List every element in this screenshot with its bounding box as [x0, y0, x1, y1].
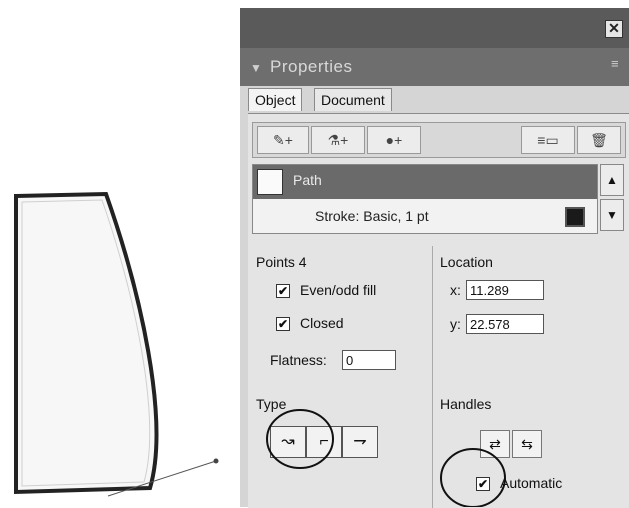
- y-label: y:: [450, 316, 461, 332]
- connector-point-icon[interactable]: ⇁: [342, 426, 378, 458]
- type-label: Type: [256, 396, 287, 412]
- evenodd-checkbox[interactable]: ✔: [276, 284, 290, 298]
- layers-icon[interactable]: ≡▭: [521, 126, 575, 154]
- stroke-swatch[interactable]: [565, 207, 585, 227]
- pen-icon[interactable]: ✎+: [257, 126, 309, 154]
- fill-bucket-icon[interactable]: ⚗+: [311, 126, 365, 154]
- panel-menu-icon[interactable]: ≡: [611, 56, 621, 71]
- attributes-list: Path Stroke: Basic, 1 pt: [252, 164, 598, 234]
- retract-handles-icon[interactable]: ⇆: [512, 430, 542, 458]
- x-field[interactable]: 11.289: [466, 280, 544, 300]
- handles-label: Handles: [440, 396, 492, 412]
- extend-handles-icon[interactable]: ⇄: [480, 430, 510, 458]
- tab-document[interactable]: Document: [314, 88, 392, 111]
- properties-panel: ✕ ▼ Properties ≡ Object Document ✎+ ⚗+ ●…: [240, 8, 629, 508]
- list-item[interactable]: Stroke: Basic, 1 pt: [253, 199, 597, 233]
- x-label: x:: [450, 282, 461, 298]
- flatness-field[interactable]: 0: [342, 350, 396, 370]
- panel-header: ▼ Properties ≡: [240, 48, 629, 86]
- evenodd-label: Even/odd fill: [300, 282, 377, 298]
- panel-title: Properties: [270, 57, 353, 76]
- object-tab-content: ✎+ ⚗+ ●+ ≡▭ 🗑 Path Stroke: Basic, 1 pt ▲…: [248, 113, 629, 508]
- location-label: Location: [440, 254, 493, 270]
- bezier-handle-point[interactable]: [213, 458, 219, 464]
- tab-object[interactable]: Object: [248, 88, 303, 111]
- collapse-arrow-icon[interactable]: ▼: [250, 61, 262, 75]
- scroll-up-button[interactable]: ▲: [600, 164, 624, 196]
- closed-label: Closed: [300, 315, 344, 331]
- curve-point-icon[interactable]: ↝: [270, 426, 306, 458]
- trash-icon[interactable]: 🗑: [577, 126, 621, 154]
- object-toolbar: ✎+ ⚗+ ●+ ≡▭ 🗑: [252, 122, 626, 158]
- closed-checkbox[interactable]: ✔: [276, 317, 290, 331]
- automatic-label: Automatic: [500, 475, 563, 491]
- points-count: Points 4: [256, 254, 307, 270]
- automatic-checkbox[interactable]: ✔: [476, 477, 490, 491]
- effects-icon[interactable]: ●+: [367, 126, 421, 154]
- y-field[interactable]: 22.578: [466, 314, 544, 334]
- closed-path-shape[interactable]: [14, 191, 159, 495]
- panel-titlebar: ✕: [240, 8, 629, 48]
- object-name: Path: [293, 172, 322, 188]
- corner-point-icon[interactable]: ⌐: [306, 426, 342, 458]
- fill-swatch[interactable]: [257, 169, 283, 195]
- list-item[interactable]: Path: [253, 165, 597, 199]
- scroll-down-button[interactable]: ▼: [600, 199, 624, 231]
- section-divider: [432, 246, 433, 508]
- close-button[interactable]: ✕: [605, 20, 623, 38]
- stroke-description: Stroke: Basic, 1 pt: [315, 208, 429, 224]
- flatness-label: Flatness:: [270, 352, 327, 368]
